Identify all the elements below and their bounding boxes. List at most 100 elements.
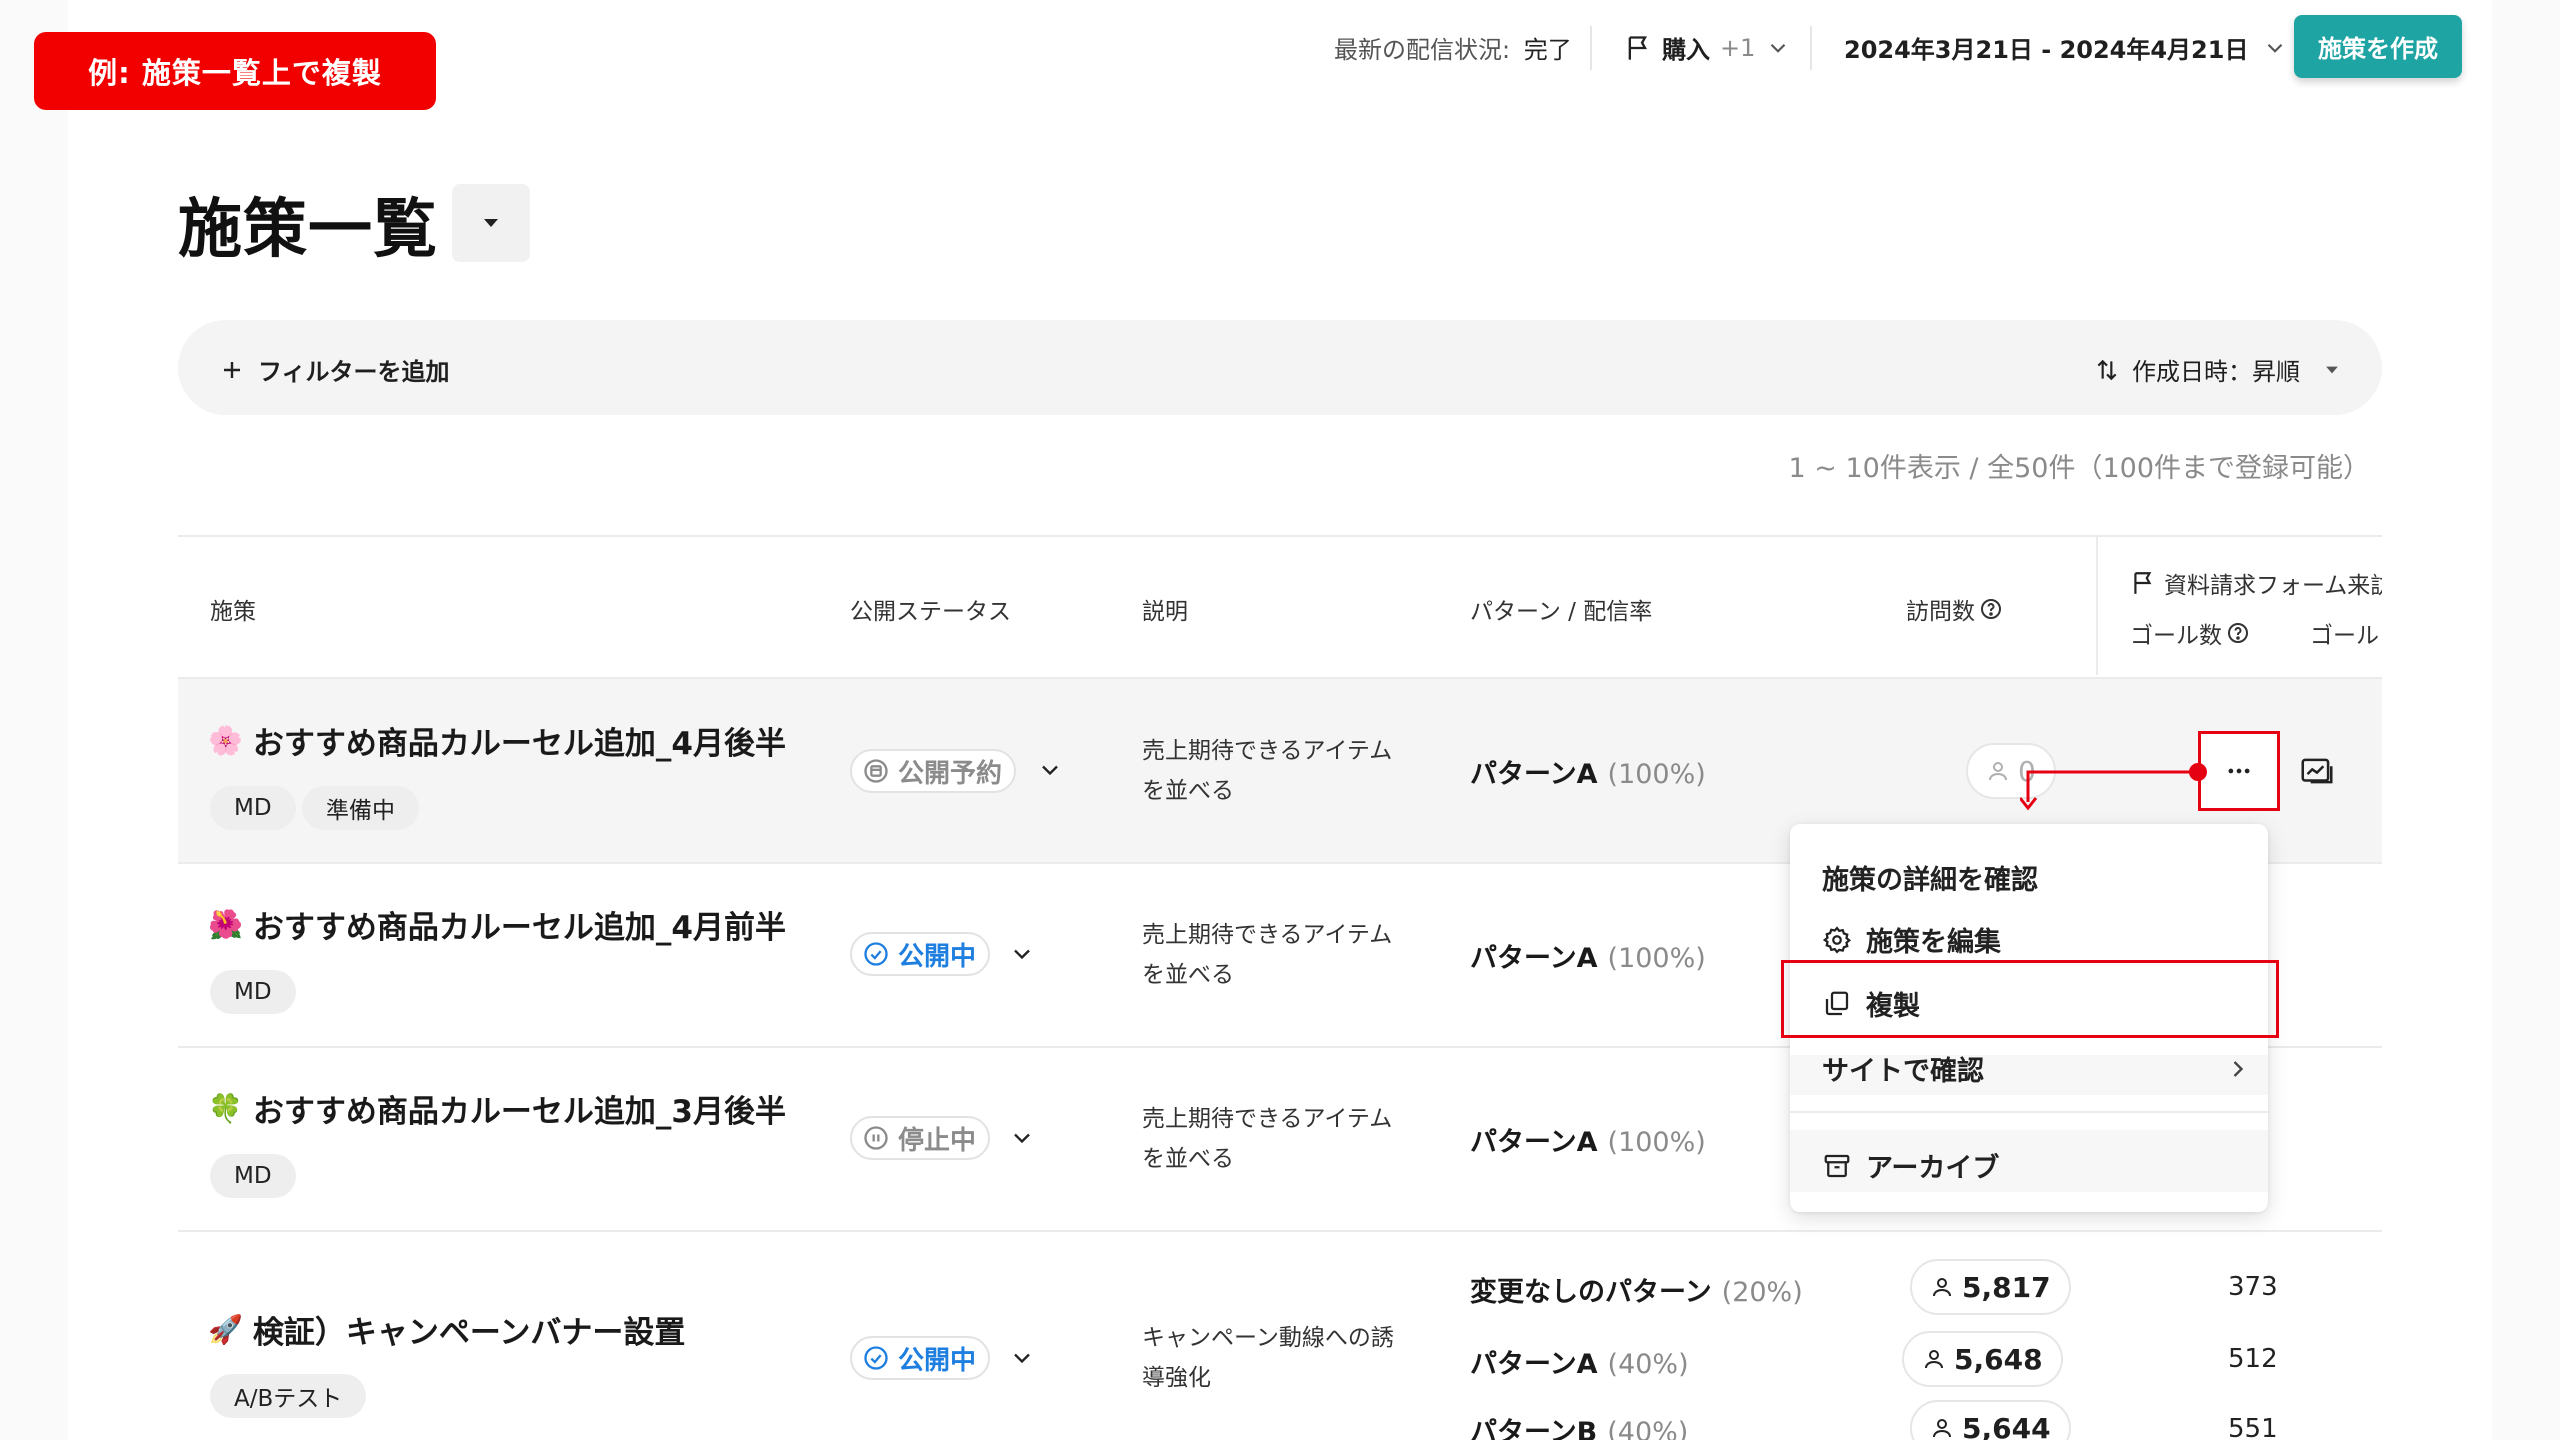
description: 売上期待できるアイテムを並べる — [1142, 1106, 1393, 1172]
visits-value: 5,817 — [1962, 1270, 2051, 1304]
menu-item-edit[interactable]: 施策を編集 — [1822, 920, 2001, 959]
chevron-down-icon[interactable] — [1008, 940, 1036, 968]
date-range-picker[interactable]: 2024年3月21日 - 2024年4月21日 — [1844, 30, 2288, 65]
header-goal-rate: ゴール — [2310, 623, 2379, 649]
page-margin — [2492, 0, 2560, 1440]
user-icon — [1930, 1416, 1954, 1440]
visits-pill: 5,648 — [1902, 1331, 2063, 1387]
filter-bar — [178, 320, 2382, 415]
status-badge[interactable]: 停止中 — [850, 1116, 991, 1160]
pattern: パターンA (100%) — [1470, 1120, 1706, 1159]
date-range: 2024年3月21日 - 2024年4月21日 — [1844, 36, 2249, 64]
status-label: 公開予約 — [898, 758, 1003, 789]
campaign-emoji-icon: 🍀 — [208, 1092, 243, 1125]
help-icon[interactable] — [2226, 621, 2250, 645]
goal-count: 512 — [2228, 1344, 2278, 1374]
user-icon — [1930, 1275, 1954, 1299]
chevron-down-icon[interactable] — [1008, 1124, 1036, 1152]
header-status: 公開ステータス — [850, 599, 1011, 625]
status-badge[interactable]: 公開中 — [850, 1336, 991, 1380]
goal-count: 373 — [2228, 1272, 2278, 1302]
pattern-pct: (40%) — [1607, 1349, 1689, 1380]
divider — [1810, 26, 1812, 70]
campaign-title[interactable]: 🌺 おすすめ商品カルーセル追加_4月前半 — [208, 902, 786, 947]
campaign-title-text: 検証）キャンペーンバナー設置 — [252, 1315, 686, 1351]
status-badge[interactable]: 公開中 — [850, 932, 991, 976]
sort-label: 作成日時：昇順 — [2132, 358, 2300, 386]
pattern-pct: (40%) — [1607, 1417, 1689, 1440]
row-border — [178, 1230, 2382, 1232]
title-dropdown-button[interactable] — [452, 184, 530, 262]
menu-item-duplicate[interactable]: 複製 — [1822, 984, 1920, 1023]
campaign-title[interactable]: 🌸 おすすめ商品カルーセル追加_4月後半 — [208, 718, 786, 763]
chevron-down-icon[interactable] — [1008, 1344, 1036, 1372]
pattern-pct: (100%) — [1607, 1127, 1706, 1158]
campaign-title[interactable]: 🍀 おすすめ商品カルーセル追加_3月後半 — [208, 1086, 786, 1131]
description: 売上期待できるアイテムを並べる — [1142, 738, 1393, 804]
menu-item-label: 施策の詳細を確認 — [1822, 865, 2038, 896]
description: 売上期待できるアイテムを並べる — [1142, 922, 1393, 988]
sort-selector[interactable]: 作成日時：昇順 — [2094, 352, 2342, 387]
report-icon[interactable] — [2298, 752, 2336, 790]
more-actions-button[interactable] — [2198, 731, 2280, 811]
pattern-name: パターンB — [1470, 1417, 1598, 1440]
pattern-name: パターンA — [1470, 943, 1598, 974]
create-campaign-button[interactable]: 施策を作成 — [2294, 15, 2462, 78]
pattern: パターンA (40%) — [1470, 1342, 1689, 1381]
header-goal-group: 資料請求フォーム来訪 — [2130, 566, 2382, 600]
annotation-label: 例: 施策一覧上で複製 — [34, 32, 436, 110]
pattern-name: パターンA — [1470, 1127, 1598, 1158]
pattern-pct: (100%) — [1607, 759, 1706, 790]
page-title: 施策一覧 — [178, 193, 438, 267]
visits-pill: 5,644 — [1910, 1400, 2071, 1440]
campaign-title-text: おすすめ商品カルーセル追加_4月前半 — [252, 910, 786, 946]
scheduled-icon — [862, 757, 890, 785]
tag: MD — [210, 970, 296, 1014]
column-divider — [2096, 535, 2098, 675]
help-icon[interactable] — [1979, 597, 2003, 621]
menu-item-label: 複製 — [1866, 991, 1920, 1022]
pattern-name: パターンA — [1470, 759, 1598, 790]
tag: MD — [210, 1154, 296, 1198]
status-label: 公開中 — [898, 941, 977, 972]
visits-pill: 5,817 — [1910, 1259, 2071, 1315]
goal-label: 購入 — [1662, 36, 1710, 64]
status-badge[interactable]: 公開予約 — [850, 749, 1017, 793]
menu-item-archive[interactable]: アーカイブ — [1822, 1146, 1999, 1185]
campaign-emoji-icon: 🌸 — [208, 724, 243, 757]
status-label: 公開中 — [898, 1345, 977, 1376]
archive-icon — [1822, 1151, 1852, 1181]
campaign-title-text: おすすめ商品カルーセル追加_4月後半 — [252, 726, 786, 762]
menu-item-label: サイトで確認 — [1822, 1056, 1984, 1087]
tag: MD — [210, 786, 296, 830]
check-circle-icon — [862, 1344, 890, 1372]
table-top-border — [178, 535, 2382, 537]
visits-value: 5,644 — [1962, 1411, 2051, 1440]
result-count: 1 ~ 10件表示 / 全50件（100件まで登録可能） — [1788, 453, 2370, 484]
header-campaign: 施策 — [210, 599, 256, 625]
header-visits: 訪問数 — [1906, 592, 2003, 626]
campaign-emoji-icon: 🚀 — [208, 1313, 243, 1346]
campaign-title[interactable]: 🚀 検証）キャンペーンバナー設置 — [208, 1307, 685, 1352]
add-filter-button[interactable]: フィルターを追加 — [220, 352, 450, 387]
flag-icon — [1624, 34, 1652, 62]
visits-value: 5,648 — [1954, 1342, 2043, 1376]
header-goal-group-label: 資料請求フォーム来訪 — [2164, 573, 2382, 599]
pattern: 変更なしのパターン (20%) — [1470, 1270, 1803, 1309]
sort-icon — [2094, 357, 2120, 383]
campaign-emoji-icon: 🌺 — [208, 908, 243, 941]
annotation-arrow — [2020, 763, 2207, 811]
more-horizontal-icon — [2224, 756, 2254, 786]
goal-selector[interactable]: 購入 +1 — [1624, 30, 1791, 65]
chevron-down-icon[interactable] — [1036, 756, 1064, 784]
pattern: パターンA (100%) — [1470, 936, 1706, 975]
pattern: パターンA (100%) — [1470, 752, 1706, 791]
pause-circle-icon — [862, 1124, 890, 1152]
header-goal-count: ゴール数 — [2130, 616, 2250, 650]
description: キャンペーン動線への誘導強化 — [1142, 1325, 1394, 1391]
menu-item-view-details[interactable]: 施策の詳細を確認 — [1822, 858, 2038, 897]
chevron-right-icon — [2224, 1055, 2252, 1083]
menu-item-view-on-site[interactable]: サイトで確認 — [1822, 1049, 2252, 1088]
copy-icon — [1822, 989, 1852, 1019]
header-pattern: パターン / 配信率 — [1470, 599, 1653, 625]
